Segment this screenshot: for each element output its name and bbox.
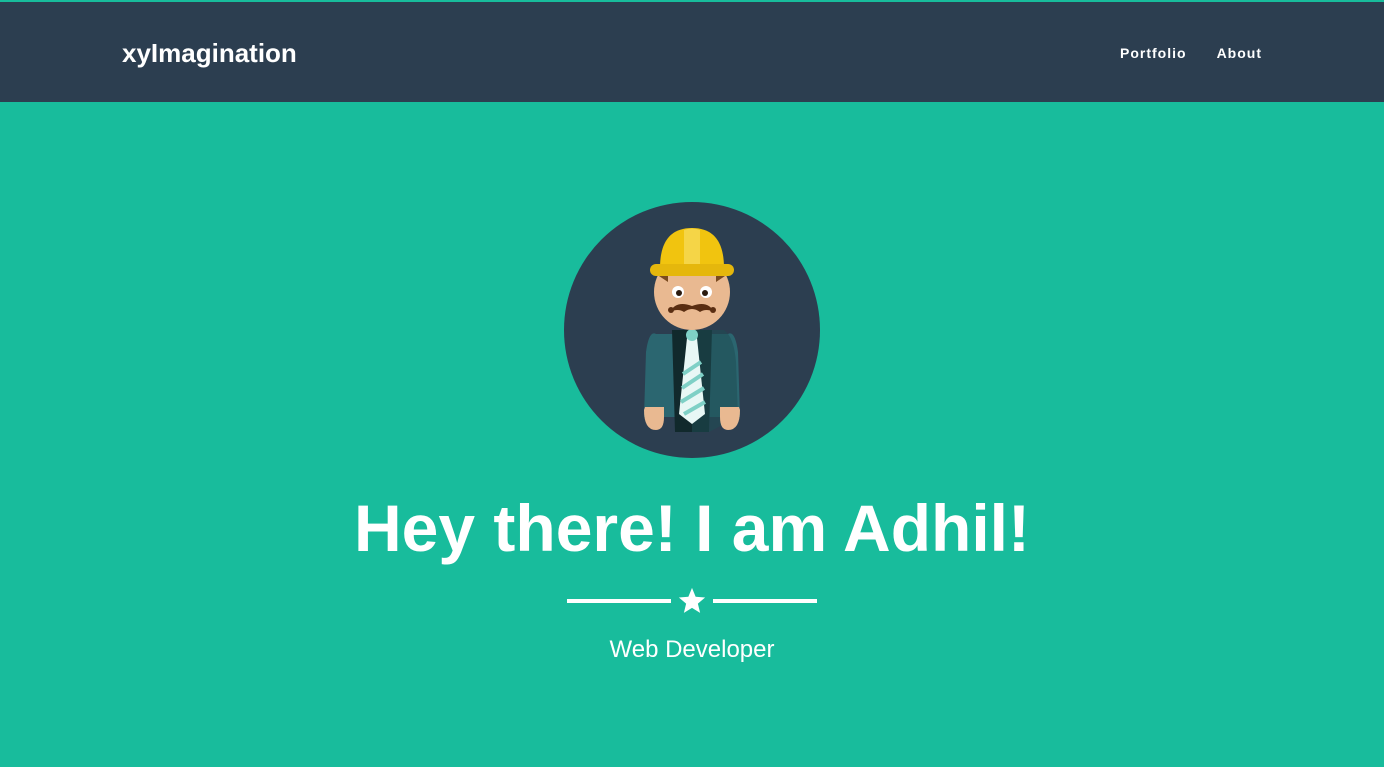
- hero-subtitle: Web Developer: [609, 636, 775, 663]
- hero-section: Hey there! I am Adhil! Web Developer: [0, 102, 1384, 767]
- star-icon: [678, 587, 706, 613]
- nav-links: Portfolio About: [1120, 44, 1262, 62]
- nav-link-about[interactable]: About: [1217, 44, 1262, 62]
- brand-logo-link[interactable]: xyImagination: [122, 36, 297, 70]
- construction-worker-avatar-icon: [564, 202, 820, 458]
- navbar: xyImagination Portfolio About: [0, 2, 1384, 102]
- hero-headline: Hey there! I am Adhil!: [353, 491, 1031, 565]
- nav-link-portfolio[interactable]: Portfolio: [1120, 44, 1187, 62]
- divider-line-left: [567, 599, 671, 603]
- star-divider: [567, 586, 817, 616]
- divider-line-right: [713, 599, 817, 603]
